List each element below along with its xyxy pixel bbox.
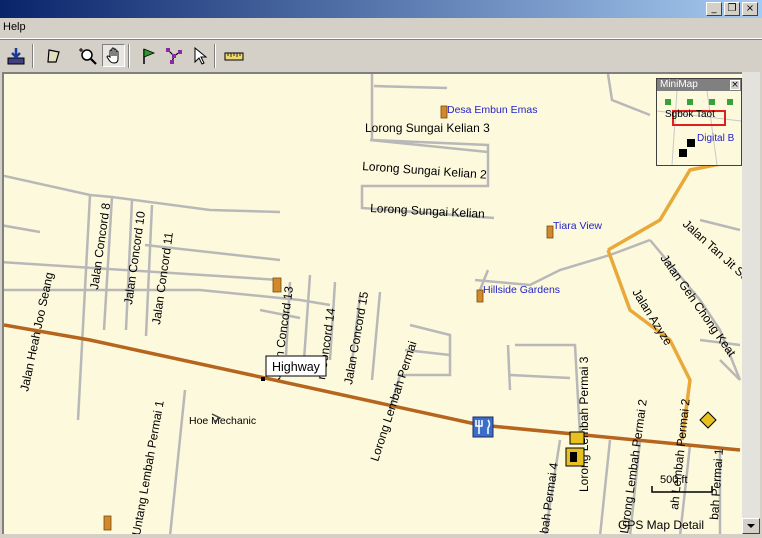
minimap-label: Sgbok Taot [665, 109, 715, 120]
download-button[interactable] [4, 44, 27, 67]
zoom-button[interactable] [76, 44, 99, 67]
map-detail-label: GPS Map Detail [618, 518, 704, 532]
menu-help[interactable]: Help [3, 21, 26, 33]
pointer-button[interactable] [188, 44, 211, 67]
minimap-close-button[interactable]: × [730, 80, 740, 90]
highway-tooltip: Highway [265, 355, 327, 377]
menu-bar: Help [0, 18, 762, 39]
scroll-down-button[interactable] [742, 518, 760, 534]
school-icon[interactable] [569, 431, 585, 445]
close-button[interactable]: × [742, 2, 758, 16]
waypoint-flag-icon [142, 47, 155, 64]
minimap-title: MiniMap [660, 79, 698, 90]
place-label-tiara-view[interactable]: Tiara View [553, 220, 602, 232]
minimap-label: Digital B [697, 133, 735, 144]
restore-button[interactable]: ❐ [724, 2, 740, 16]
select-area-icon [46, 48, 60, 63]
chevron-down-icon [747, 524, 755, 528]
toolbar-separator [128, 44, 130, 68]
minimap-canvas[interactable]: Sgbok Taot Digital B [657, 91, 741, 165]
pan-hand-icon [105, 46, 118, 64]
road-label: Lorong Sungai Kelian 3 [365, 121, 490, 135]
minimap-window[interactable]: MiniMap × Sgbok Taot Digital B [656, 78, 742, 166]
download-icon [7, 47, 24, 64]
select-area-button[interactable] [42, 44, 65, 67]
tooltip-text: Highway [272, 360, 321, 374]
road-label: Lorong Lembah Permai 3 [577, 356, 591, 492]
minimize-button[interactable]: _ [706, 2, 722, 16]
building-icon [103, 515, 112, 531]
cursor-point [261, 377, 265, 381]
title-bar: _ ❐ × [0, 0, 762, 18]
measure-icon [224, 52, 243, 60]
window-controls: _ ❐ × [706, 2, 758, 16]
minimap-titlebar[interactable]: MiniMap × [657, 79, 741, 91]
toolbar [0, 39, 762, 72]
waypoint-button[interactable] [136, 44, 159, 67]
vertical-scrollbar[interactable] [742, 72, 760, 534]
place-label-hillside-gardens[interactable]: Hillside Gardens [483, 284, 560, 296]
fuel-station-icon[interactable] [565, 447, 585, 467]
map-view[interactable]: Lorong Sungai Kelian 3 Lorong Sungai Kel… [2, 72, 742, 534]
measure-button[interactable] [222, 44, 245, 67]
building-icon [272, 277, 282, 293]
toolbar-separator [214, 44, 216, 68]
pointer-icon [194, 46, 207, 65]
scale-label: 500 ft [660, 474, 688, 486]
map-canvas[interactable]: Lorong Sungai Kelian 3 Lorong Sungai Kel… [4, 74, 742, 534]
route-icon [165, 47, 182, 64]
toolbar-separator [32, 44, 34, 68]
place-label-hoe-mechanic[interactable]: Hoe Mechanic [189, 415, 256, 427]
route-button[interactable] [162, 44, 185, 67]
pan-button[interactable] [102, 44, 125, 67]
place-label-desa-embun-emas[interactable]: Desa Embun Emas [447, 104, 537, 116]
zoom-icon [78, 47, 97, 65]
restaurant-icon[interactable] [472, 416, 494, 438]
